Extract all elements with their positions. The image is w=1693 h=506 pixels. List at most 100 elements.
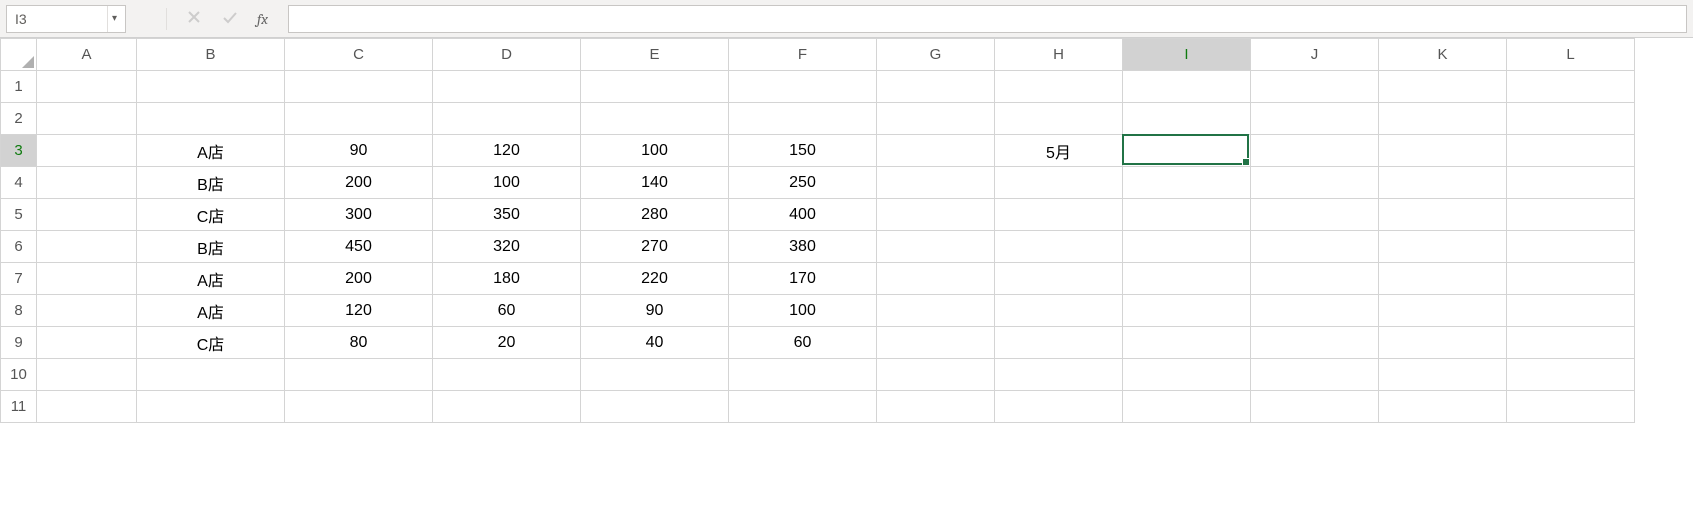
cell[interactable]	[1507, 391, 1635, 423]
cell[interactable]	[1123, 391, 1251, 423]
side-header[interactable]: A店	[1123, 103, 1251, 135]
cell[interactable]	[877, 359, 995, 391]
main-val[interactable]: 270	[581, 231, 729, 263]
spreadsheet[interactable]: A B C D E F G H I J K L 1 2 店舗 4月 5月 6月 …	[0, 38, 1693, 423]
main-store[interactable]: B店	[137, 231, 285, 263]
row-head-8[interactable]: 8	[1, 295, 37, 327]
row-head-6[interactable]: 6	[1, 231, 37, 263]
cell[interactable]	[877, 263, 995, 295]
cell[interactable]	[877, 103, 995, 135]
main-store[interactable]: C店	[137, 327, 285, 359]
cell[interactable]	[1251, 263, 1379, 295]
cell[interactable]	[433, 359, 581, 391]
main-val[interactable]: 120	[285, 295, 433, 327]
main-val[interactable]: 90	[581, 295, 729, 327]
cell[interactable]	[1379, 359, 1507, 391]
cell[interactable]	[1379, 295, 1507, 327]
cell[interactable]	[1379, 231, 1507, 263]
cell[interactable]	[1123, 327, 1251, 359]
col-head-E[interactable]: E	[581, 39, 729, 71]
cell[interactable]	[877, 167, 995, 199]
main-header[interactable]: 5月	[433, 103, 581, 135]
cell[interactable]	[581, 359, 729, 391]
cell[interactable]	[37, 135, 137, 167]
side-val[interactable]	[1379, 135, 1507, 167]
cell[interactable]	[37, 231, 137, 263]
row-head-9[interactable]: 9	[1, 327, 37, 359]
cell[interactable]	[995, 391, 1123, 423]
cell[interactable]	[1251, 167, 1379, 199]
main-val[interactable]: 280	[581, 199, 729, 231]
cell[interactable]	[1379, 263, 1507, 295]
cell[interactable]	[37, 167, 137, 199]
main-val[interactable]: 380	[729, 231, 877, 263]
main-val[interactable]: 250	[729, 167, 877, 199]
cell[interactable]	[285, 391, 433, 423]
side-val[interactable]	[1251, 135, 1379, 167]
main-store[interactable]: B店	[137, 167, 285, 199]
cell[interactable]	[433, 71, 581, 103]
row-head-10[interactable]: 10	[1, 359, 37, 391]
cell[interactable]	[995, 295, 1123, 327]
cell[interactable]	[433, 391, 581, 423]
cell[interactable]	[1379, 327, 1507, 359]
main-val[interactable]: 60	[729, 327, 877, 359]
col-head-H[interactable]: H	[995, 39, 1123, 71]
row-head-7[interactable]: 7	[1, 263, 37, 295]
main-val[interactable]: 20	[433, 327, 581, 359]
cell[interactable]	[37, 359, 137, 391]
col-head-L[interactable]: L	[1507, 39, 1635, 71]
col-head-B[interactable]: B	[137, 39, 285, 71]
cell[interactable]	[877, 327, 995, 359]
cell[interactable]	[1507, 263, 1635, 295]
col-head-G[interactable]: G	[877, 39, 995, 71]
cell[interactable]	[1507, 231, 1635, 263]
cell[interactable]	[877, 231, 995, 263]
main-val[interactable]: 80	[285, 327, 433, 359]
main-val[interactable]: 400	[729, 199, 877, 231]
cell[interactable]	[37, 327, 137, 359]
cell[interactable]	[1507, 103, 1635, 135]
main-store[interactable]: A店	[137, 263, 285, 295]
main-val[interactable]: 450	[285, 231, 433, 263]
col-head-A[interactable]: A	[37, 39, 137, 71]
cell[interactable]	[1123, 231, 1251, 263]
main-val[interactable]: 60	[433, 295, 581, 327]
main-val[interactable]: 200	[285, 263, 433, 295]
row-head-4[interactable]: 4	[1, 167, 37, 199]
col-head-C[interactable]: C	[285, 39, 433, 71]
cell[interactable]	[1251, 71, 1379, 103]
main-val[interactable]: 120	[433, 135, 581, 167]
main-val[interactable]: 100	[729, 295, 877, 327]
row-head-2[interactable]: 2	[1, 103, 37, 135]
main-val[interactable]: 170	[729, 263, 877, 295]
cell[interactable]	[285, 71, 433, 103]
cell[interactable]	[995, 167, 1123, 199]
main-val[interactable]: 220	[581, 263, 729, 295]
cell[interactable]	[37, 199, 137, 231]
cell[interactable]	[1123, 199, 1251, 231]
select-all-corner[interactable]	[1, 39, 37, 71]
cell[interactable]	[37, 103, 137, 135]
cell[interactable]	[995, 71, 1123, 103]
cell[interactable]	[1251, 391, 1379, 423]
row-head-3[interactable]: 3	[1, 135, 37, 167]
cell[interactable]	[1379, 391, 1507, 423]
cell[interactable]	[1251, 295, 1379, 327]
col-head-K[interactable]: K	[1379, 39, 1507, 71]
cell[interactable]	[1507, 359, 1635, 391]
cell[interactable]	[581, 71, 729, 103]
cell[interactable]	[1507, 199, 1635, 231]
fx-icon[interactable]: fx	[257, 10, 268, 28]
cell[interactable]	[1507, 71, 1635, 103]
cell[interactable]	[37, 295, 137, 327]
cell[interactable]	[877, 295, 995, 327]
cell[interactable]	[1507, 295, 1635, 327]
cell[interactable]	[1251, 231, 1379, 263]
cell[interactable]	[37, 71, 137, 103]
cell[interactable]	[137, 391, 285, 423]
main-store[interactable]: A店	[137, 295, 285, 327]
col-head-J[interactable]: J	[1251, 39, 1379, 71]
main-val[interactable]: 300	[285, 199, 433, 231]
main-val[interactable]: 180	[433, 263, 581, 295]
